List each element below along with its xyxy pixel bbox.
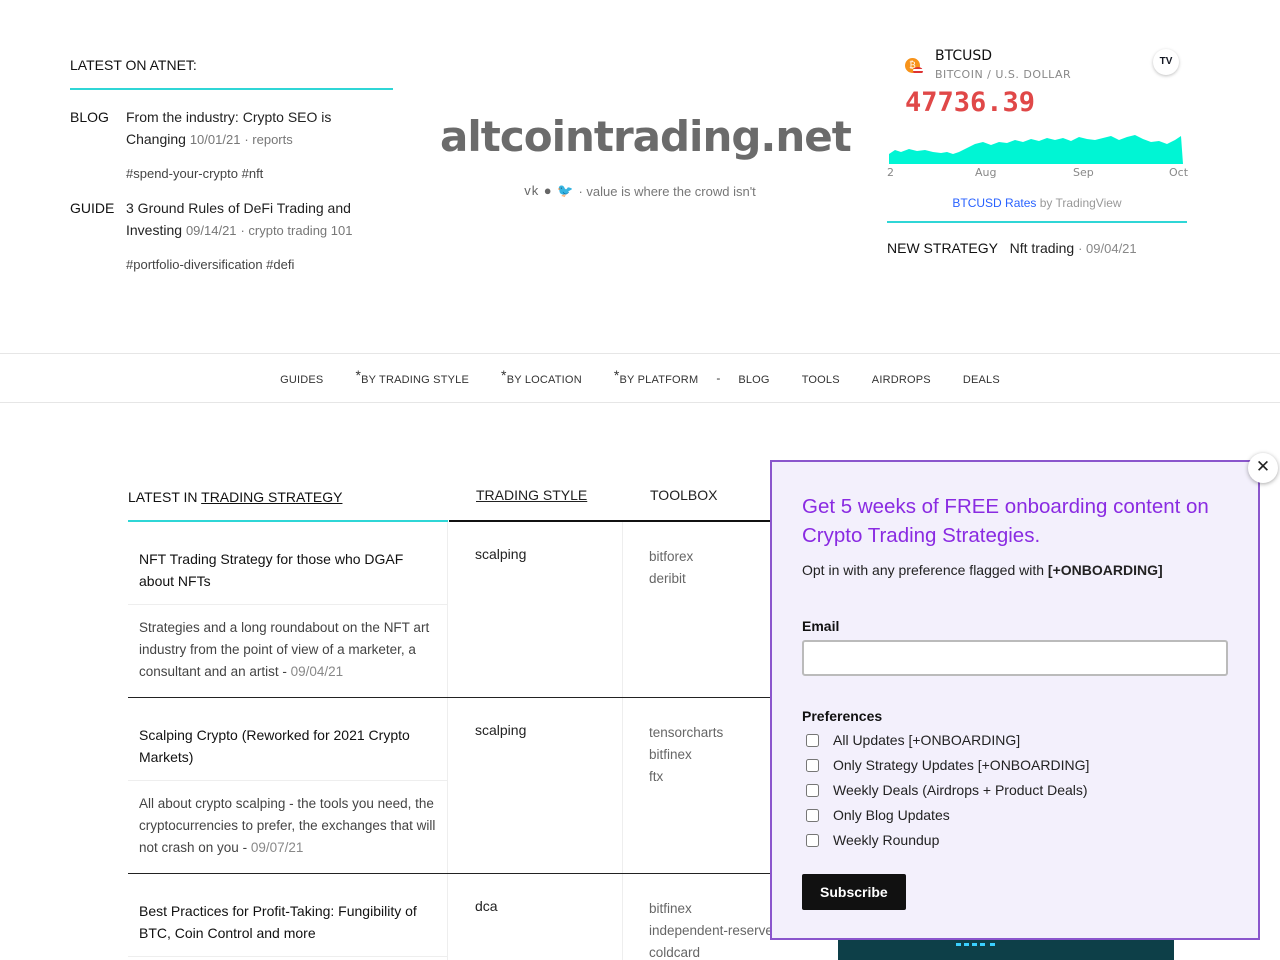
axis-tick-label: 2 — [887, 166, 894, 179]
email-label: Email — [802, 618, 840, 634]
column-header-latest: LATEST IN TRADING STRATEGY — [128, 460, 448, 522]
new-strategy-date: · 09/04/21 — [1078, 241, 1137, 256]
preferences-label: Preferences — [802, 708, 883, 724]
ticker-description: BITCOIN / U.S. DOLLAR — [935, 68, 1072, 81]
pref-strategy-updates[interactable]: Only Strategy Updates [+ONBOARDING] — [802, 757, 1228, 773]
trading-style-link[interactable]: scalping — [448, 698, 623, 873]
article-title-link[interactable]: Scalping Crypto (Reworked for 2021 Crypt… — [128, 698, 447, 781]
latest-entry-kind: GUIDE — [70, 200, 115, 216]
main-nav: GUIDES *BY TRADING STYLE *BY LOCATION *B… — [0, 353, 1280, 403]
article-date: 09/07/21 — [250, 840, 304, 855]
new-strategy-label: NEW STRATEGY — [887, 240, 998, 256]
table-row: Scalping Crypto (Reworked for 2021 Crypt… — [128, 698, 798, 874]
tradingview-logo-icon[interactable]: TV — [1153, 49, 1179, 75]
nav-deals[interactable]: DEALS — [963, 370, 1000, 386]
latest-entry: GUIDE 3 Ground Rules of DeFi Trading and… — [70, 197, 393, 242]
site-logo-link[interactable]: altcointrading.net — [440, 112, 852, 161]
latest-entry: BLOG From the industry: Crypto SEO is Ch… — [70, 106, 393, 151]
ticker-symbol: BTCUSD — [935, 48, 993, 64]
popup-heading: Get 5 weeks of FREE onboarding content o… — [802, 495, 1209, 547]
pref-checkbox[interactable] — [806, 833, 819, 847]
new-strategy-title-link[interactable]: Nft trading — [1010, 240, 1075, 256]
site-brand: altcointrading.net vk ● 🐦 · value is whe… — [440, 112, 852, 199]
sparkline-axis: 2 Aug Sep Oct — [887, 164, 1189, 180]
tradingview-credit: BTCUSD Rates by TradingView — [887, 196, 1187, 223]
new-strategy: NEW STRATEGY Nft trading · 09/04/21 — [887, 240, 1187, 256]
nav-by-trading-style[interactable]: *BY TRADING STYLE — [355, 367, 469, 386]
pref-checkbox[interactable] — [806, 808, 819, 822]
axis-tick-label: Sep — [1073, 166, 1094, 179]
article-description: All about crypto scalping - the tools yo… — [139, 796, 436, 855]
btcusd-rates-link[interactable]: BTCUSD Rates — [952, 196, 1036, 210]
tool-link[interactable]: coldcard — [649, 942, 798, 960]
axis-tick-label: Oct — [1169, 166, 1189, 179]
nav-by-location[interactable]: *BY LOCATION — [501, 367, 582, 386]
email-field[interactable] — [802, 640, 1228, 676]
latest-entry-tags[interactable]: #portfolio-diversification #defi — [126, 257, 393, 272]
nav-tools[interactable]: TOOLS — [802, 370, 840, 386]
newsletter-popup: ✕ Get 5 weeks of FREE onboarding content… — [770, 453, 1278, 940]
article-title-link[interactable]: Best Practices for Profit-Taking: Fungib… — [128, 874, 447, 957]
btcusd-ticker-widget[interactable]: ₿ BTCUSD BITCOIN / U.S. DOLLAR TV 47736.… — [887, 48, 1189, 256]
nav-guides[interactable]: GUIDES — [280, 370, 323, 386]
latest-entry-tags[interactable]: #spend-your-crypto #nft — [126, 166, 393, 181]
axis-tick-label: Aug — [975, 166, 997, 179]
nav-by-platform[interactable]: *BY PLATFORM — [614, 367, 698, 386]
latest-entry-category-link[interactable]: crypto trading 101 — [248, 223, 352, 238]
pref-checkbox[interactable] — [806, 758, 819, 772]
latest-title: LATEST ON ATNET: — [70, 57, 393, 90]
pref-weekly-deals[interactable]: Weekly Deals (Airdrops + Product Deals) — [802, 782, 1228, 798]
article-title-link[interactable]: NFT Trading Strategy for those who DGAF … — [128, 522, 447, 605]
nav-separator: - — [716, 371, 721, 385]
nav-blog[interactable]: BLOG — [738, 370, 769, 386]
latest-entry-kind: BLOG — [70, 109, 109, 125]
social-icons[interactable]: vk ● 🐦 — [524, 183, 574, 199]
article-date: 09/04/21 — [290, 664, 344, 679]
ad-banner[interactable] — [838, 940, 1174, 960]
table-row: NFT Trading Strategy for those who DGAF … — [128, 522, 798, 698]
article-description: Strategies and a long roundabout on the … — [139, 620, 430, 679]
pref-checkbox[interactable] — [806, 733, 819, 747]
pref-weekly-roundup[interactable]: Weekly Roundup — [802, 832, 1228, 848]
nav-airdrops[interactable]: AIRDROPS — [872, 370, 931, 386]
trading-style-link[interactable]: scalping — [448, 522, 623, 697]
popup-subtext: Opt in with any preference flagged with … — [802, 562, 1163, 578]
latest-entry-date: 10/01/21 — [189, 132, 241, 147]
column-header-trading-style[interactable]: TRADING STYLE — [449, 460, 623, 522]
us-flag-icon — [913, 67, 923, 75]
trading-style-link[interactable]: dca — [448, 874, 623, 960]
tradingview-credit-by[interactable]: by TradingView — [1036, 196, 1122, 210]
bitcoin-icon: ₿ — [905, 58, 923, 75]
latest-entry-category-link[interactable]: reports — [252, 132, 292, 147]
close-icon[interactable]: ✕ — [1248, 453, 1278, 483]
price-sparkline — [889, 135, 1183, 164]
site-tagline: · value is where the crowd isn't — [578, 183, 756, 199]
pref-all-updates[interactable]: All Updates [+ONBOARDING] — [802, 732, 1228, 748]
trading-strategy-link[interactable]: TRADING STRATEGY — [201, 489, 342, 505]
latest-entry-date: 09/14/21 — [185, 223, 237, 238]
subscribe-button[interactable]: Subscribe — [802, 874, 906, 910]
table-row: Best Practices for Profit-Taking: Fungib… — [128, 874, 798, 960]
pref-blog-updates[interactable]: Only Blog Updates — [802, 807, 1228, 823]
ticker-price: 47736.39 — [905, 87, 1036, 118]
latest-on-atnet: LATEST ON ATNET: BLOG From the industry:… — [70, 57, 393, 272]
strategy-table: LATEST IN TRADING STRATEGY TRADING STYLE… — [128, 460, 798, 960]
pref-checkbox[interactable] — [806, 783, 819, 797]
